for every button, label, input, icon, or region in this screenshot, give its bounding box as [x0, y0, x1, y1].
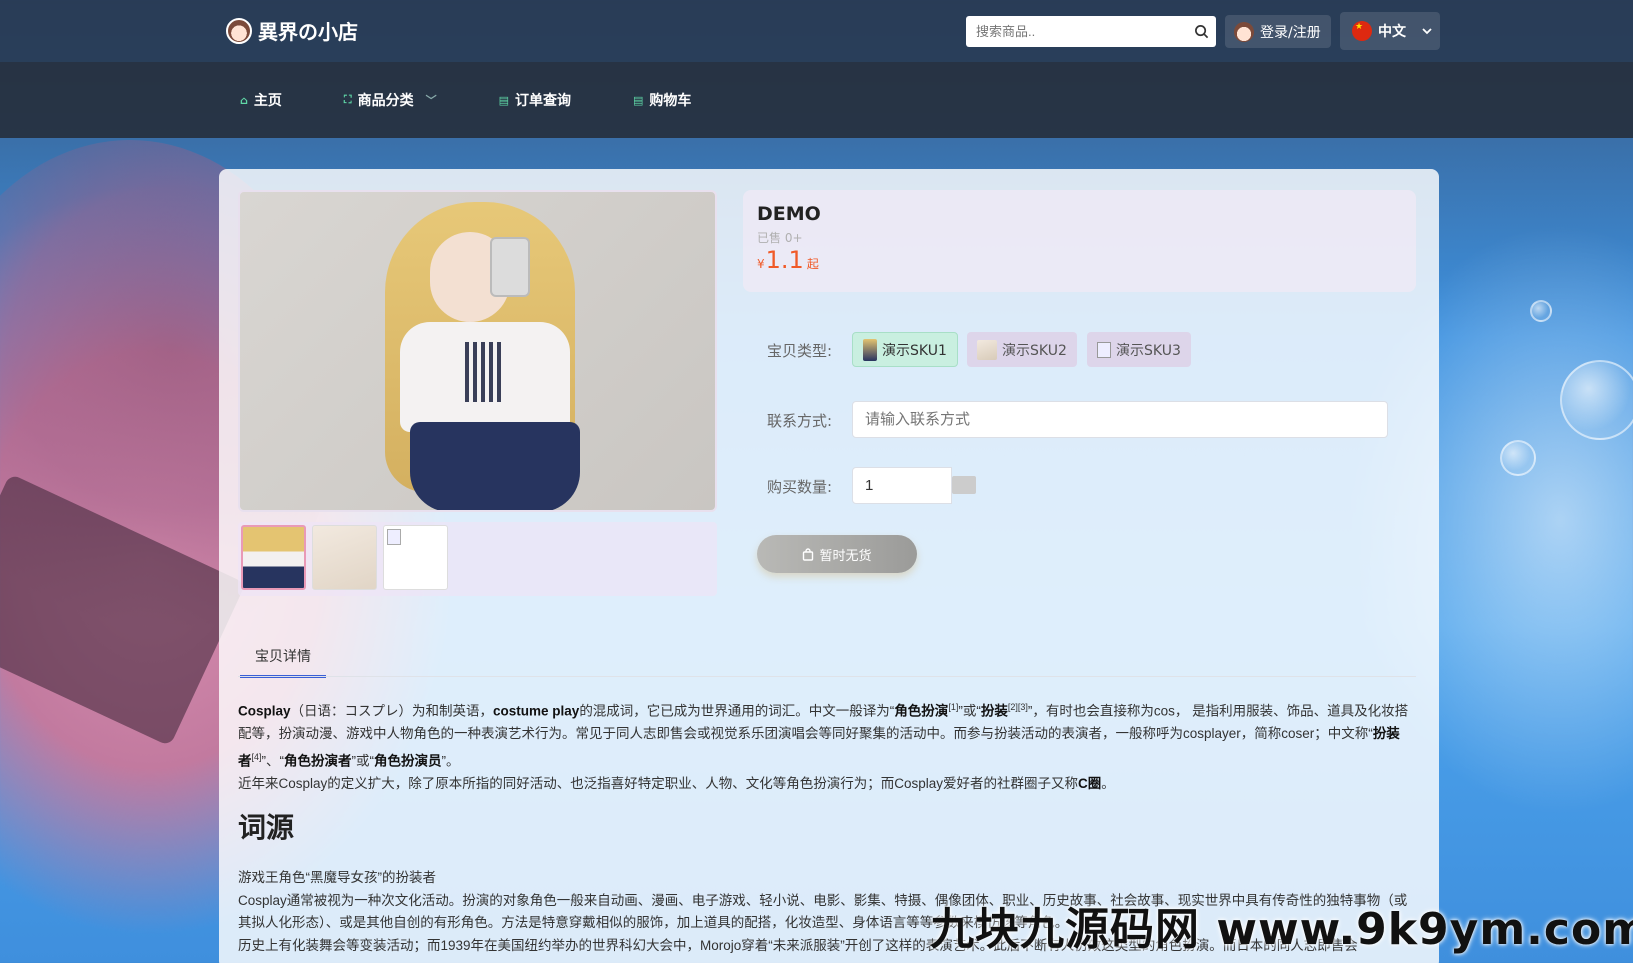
nav-item-label: 主页 — [253, 93, 282, 109]
product-main-image[interactable] — [238, 190, 717, 512]
sku-option-label: 演示SKU1 — [882, 342, 947, 359]
logo-text: 異界の小店 — [258, 20, 358, 44]
main-nav: ⌂ 主页 ⛶ 商品分类 ﹀ ▤ 订单查询 ▤ 购物车 — [240, 62, 753, 138]
product-price: ¥ 1.1 起 — [757, 246, 819, 274]
quantity-stepper[interactable] — [952, 476, 976, 494]
thumbnail-3-broken-image[interactable] — [383, 525, 448, 590]
bag-icon — [803, 547, 814, 561]
contact-input[interactable] — [852, 401, 1388, 438]
detail-text: costume play — [493, 703, 580, 719]
buy-button[interactable]: 暂时无货 — [757, 535, 917, 573]
detail-text: ”或“ — [351, 753, 375, 768]
detail-text: （日语：コスプレ）为和制英语， — [290, 703, 494, 719]
sku-option-label: 演示SKU2 — [1002, 342, 1067, 359]
background-bubble — [1560, 360, 1633, 440]
grid-icon: ⛶ — [343, 93, 352, 106]
detail-text: ”或“ — [958, 703, 981, 719]
search-box — [966, 16, 1216, 47]
nav-item-label: 商品分类 — [357, 93, 414, 109]
nav-item-cart[interactable]: ▤ 购物车 — [633, 90, 691, 110]
home-icon: ⌂ — [240, 93, 248, 107]
price-symbol: ¥ — [757, 257, 765, 271]
citation-link[interactable]: [1] — [948, 702, 958, 712]
price-value: 1.1 — [765, 246, 804, 274]
thumbnail-strip — [238, 522, 717, 596]
cart-icon: ▤ — [632, 93, 644, 107]
citation-link[interactable]: [4] — [252, 752, 262, 762]
nav-item-orders[interactable]: ▤ 订单查询 — [499, 90, 571, 110]
nav-item-categories[interactable]: ⛶ 商品分类 ﹀ — [344, 90, 437, 110]
nav-item-label: 购物车 — [649, 93, 692, 109]
price-suffix: 起 — [806, 257, 819, 271]
language-label: 中文 — [1378, 24, 1406, 40]
image-caption: 游戏王角色“黑魔导女孩”的扮装者 — [238, 870, 436, 885]
sku-thumbnail — [863, 338, 877, 361]
nav-item-home[interactable]: ⌂ 主页 — [240, 90, 282, 110]
background-bubble — [1500, 440, 1536, 476]
detail-text: 角色扮演员 — [374, 753, 442, 768]
product-info-box — [743, 190, 1416, 292]
detail-text: 的混成词，它已成为世界通用的词汇。中文一般译为“ — [579, 703, 895, 719]
detail-text: 扮装 — [980, 703, 1008, 719]
login-label: 登录/注册 — [1260, 24, 1321, 41]
image-figure-phone — [490, 237, 530, 297]
quantity-input[interactable] — [852, 467, 952, 504]
broken-image-icon — [1097, 341, 1111, 358]
order-icon: ▤ — [498, 93, 509, 107]
contact-label: 联系方式: — [767, 412, 833, 430]
product-title: DEMO — [757, 203, 821, 225]
sku-label: 宝贝类型: — [767, 342, 833, 360]
detail-text: Cosplay — [238, 703, 291, 719]
sku-thumbnail — [977, 339, 997, 360]
detail-text: 近年来Cosplay的定义扩大，除了原本所指的同好活动、也泛指喜好特定职业、人物… — [238, 775, 1079, 791]
china-flag-icon — [1352, 21, 1372, 41]
chevron-down-icon: ﹀ — [425, 94, 437, 107]
thumbnail-2[interactable] — [312, 525, 377, 590]
detail-text: 角色扮演 — [894, 703, 949, 719]
sku-option-label: 演示SKU3 — [1116, 342, 1181, 359]
image-figure-skirt — [410, 422, 580, 510]
detail-text: ”、“ — [261, 753, 285, 768]
user-avatar-icon — [1234, 21, 1254, 42]
thumbnail-1[interactable] — [241, 525, 306, 590]
buy-button-label: 暂时无货 — [819, 548, 872, 564]
background-bubble — [1530, 300, 1552, 322]
citation-link[interactable]: [2][3] — [1008, 702, 1028, 712]
tab-divider — [238, 676, 1416, 677]
section-heading: 词源 — [238, 811, 295, 844]
search-icon[interactable] — [1186, 24, 1216, 39]
detail-text: 。 — [1101, 775, 1115, 791]
image-figure-bow — [465, 342, 505, 402]
sold-count: 已售 0+ — [757, 231, 803, 245]
sku-option-3[interactable]: 演示SKU3 — [1087, 332, 1191, 367]
tab-product-details[interactable]: 宝贝详情 — [240, 646, 326, 678]
sku-option-1[interactable]: 演示SKU1 — [852, 332, 958, 367]
detail-text: C圈 — [1078, 775, 1102, 791]
detail-text: 角色扮演者 — [284, 753, 352, 768]
login-button[interactable]: 登录/注册 — [1225, 15, 1331, 48]
logo-avatar-icon — [226, 17, 252, 44]
site-logo[interactable]: 異界の小店 — [226, 16, 358, 45]
detail-intro: Cosplay（日语：コスプレ）为和制英语，costume play的混成词，它… — [238, 696, 1413, 795]
search-input[interactable] — [966, 16, 1186, 47]
watermark: 九块九源码网 www.9k9ym.com — [930, 904, 1633, 955]
detail-text: ”。 — [441, 753, 460, 768]
language-selector[interactable]: 中文 — [1340, 12, 1440, 50]
chevron-down-icon — [1422, 28, 1432, 35]
nav-item-label: 订单查询 — [514, 93, 571, 109]
quantity-label: 购买数量: — [767, 478, 833, 496]
sku-option-2[interactable]: 演示SKU2 — [967, 332, 1077, 367]
